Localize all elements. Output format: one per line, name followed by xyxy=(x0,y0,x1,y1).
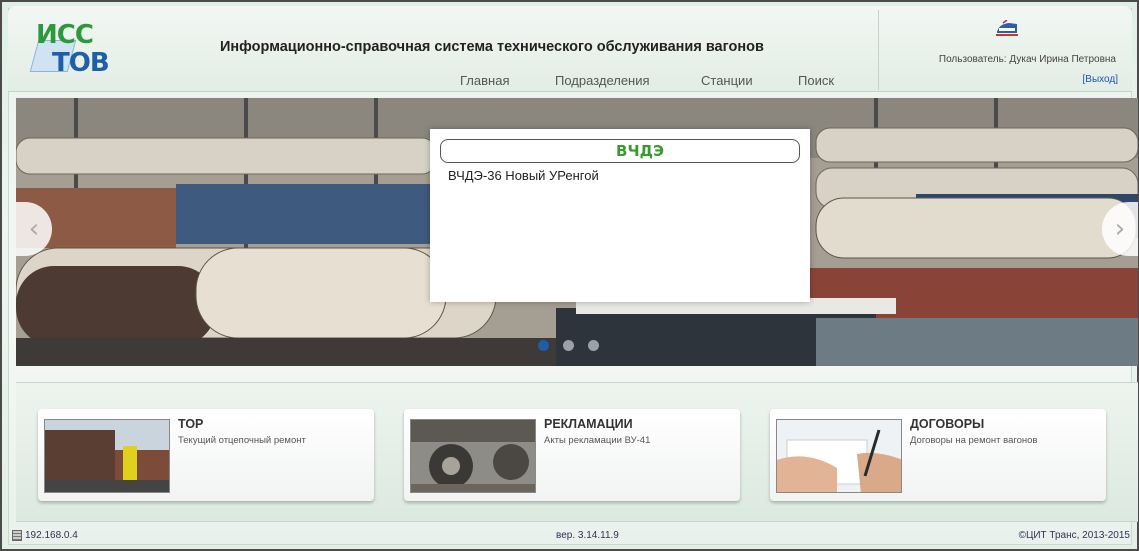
popup-title: ВЧДЭ xyxy=(440,139,800,163)
card-claims[interactable]: РЕКЛАМАЦИИ Акты рекламации ВУ-41 xyxy=(404,409,740,501)
version-label: вер. 3.14.11.9 xyxy=(556,530,619,541)
copyright-label: ©ЦИТ Транс, 2013-2015 xyxy=(1018,530,1130,541)
nav-item-home[interactable]: Главная xyxy=(460,73,509,88)
card-claims-subtitle: Акты рекламации ВУ-41 xyxy=(544,435,651,446)
card-claims-title: РЕКЛАМАЦИИ xyxy=(544,417,633,431)
header: ИСС ТОВ Информационно-справочная система… xyxy=(8,6,1132,92)
sections-panel: ТОР Текущий отцепочный ремонт РЕКЛАМАЦИИ… xyxy=(16,382,1138,522)
department-popup: ВЧДЭ ВЧДЭ-36 Новый УРенгой xyxy=(430,129,810,302)
card-contracts-title: ДОГОВОРЫ xyxy=(910,417,985,431)
train-icon xyxy=(996,20,1018,36)
nav-item-departments[interactable]: Подразделения xyxy=(555,73,650,88)
server-ip-text: 192.168.0.4 xyxy=(25,530,78,542)
carousel-dot-1[interactable] xyxy=(538,340,549,351)
card-tor-image xyxy=(44,419,170,493)
card-contracts-subtitle: Договоры на ремонт вагонов xyxy=(910,435,1038,446)
nav-item-stations[interactable]: Станции xyxy=(701,73,753,88)
carousel-dots xyxy=(538,340,599,351)
logout-link[interactable]: [Выход] xyxy=(1083,74,1118,85)
main-nav: Главная Подразделения Станции Поиск xyxy=(8,73,868,93)
user-panel: Пользователь: Дукач Ирина Петровна [Выхо… xyxy=(878,10,1132,90)
card-tor-subtitle: Текущий отцепочный ремонт xyxy=(178,435,306,446)
footer: 192.168.0.4 вер. 3.14.11.9 ©ЦИТ Транс, 2… xyxy=(8,526,1132,548)
card-contracts-image xyxy=(776,419,902,493)
server-icon xyxy=(12,530,22,541)
card-tor[interactable]: ТОР Текущий отцепочный ремонт xyxy=(38,409,374,501)
logo-text-top: ИСС xyxy=(36,20,94,50)
popup-list-item[interactable]: ВЧДЭ-36 Новый УРенгой xyxy=(448,168,599,183)
app-title: Информационно-справочная система техниче… xyxy=(220,39,764,55)
card-contracts[interactable]: ДОГОВОРЫ Договоры на ремонт вагонов xyxy=(770,409,1106,501)
server-ip: 192.168.0.4 xyxy=(12,530,78,541)
carousel-dot-3[interactable] xyxy=(588,340,599,351)
user-name-label: Пользователь: Дукач Ирина Петровна xyxy=(938,54,1116,65)
card-tor-title: ТОР xyxy=(178,417,204,431)
nav-item-search[interactable]: Поиск xyxy=(798,73,834,88)
carousel-dot-2[interactable] xyxy=(563,340,574,351)
card-claims-image xyxy=(410,419,536,493)
